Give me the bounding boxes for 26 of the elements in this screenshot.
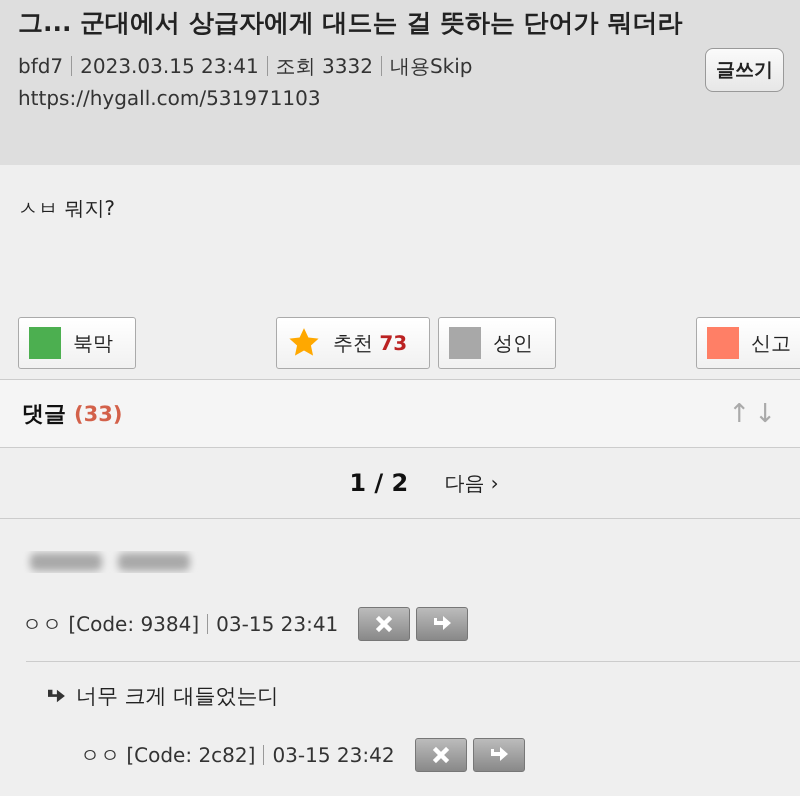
comment-author: ㅇㅇ [Code: 9384] <box>22 610 200 638</box>
comments-title: 댓글 <box>22 400 66 428</box>
write-button[interactable]: 글쓰기 <box>705 48 784 92</box>
comment-count: (33) <box>74 402 122 426</box>
next-link[interactable]: 다음 › <box>444 470 499 496</box>
comment-time: 03-15 23:41 <box>216 612 338 636</box>
page-number: 1 / 2 <box>349 469 408 497</box>
post-meta: 조회 3332 <box>276 53 373 80</box>
post-meta: 내용Skip <box>390 53 472 80</box>
comment-author: ㅇㅇ [Code: 2c82] <box>80 742 256 768</box>
comment-text: 너무 크게 대들었는디 <box>76 683 278 710</box>
post-title: 그... 군대에서 상급자에게 대드는 걸 뜻하는 단어가 뭐더라 <box>18 7 684 39</box>
post-url: https://hygall.com/531971103 <box>18 85 322 112</box>
delete-button[interactable] <box>414 738 467 772</box>
reply-button[interactable] <box>472 738 525 772</box>
reply-arrow-icon <box>46 688 66 704</box>
post-meta: bfd7 <box>18 53 64 80</box>
action-button[interactable]: 성인 <box>438 317 556 369</box>
action-button[interactable]: 북막 <box>18 317 136 369</box>
reply-button[interactable] <box>416 607 468 641</box>
delete-button[interactable] <box>358 607 410 641</box>
post-meta: 2023.03.15 23:41 <box>80 53 259 80</box>
comment-time: 03-15 23:42 <box>272 743 395 767</box>
action-button[interactable]: 신고 <box>696 317 800 369</box>
action-button[interactable]: 추천 73 <box>276 317 430 369</box>
post-body: ㅅㅂ 뭐지? <box>17 195 116 222</box>
